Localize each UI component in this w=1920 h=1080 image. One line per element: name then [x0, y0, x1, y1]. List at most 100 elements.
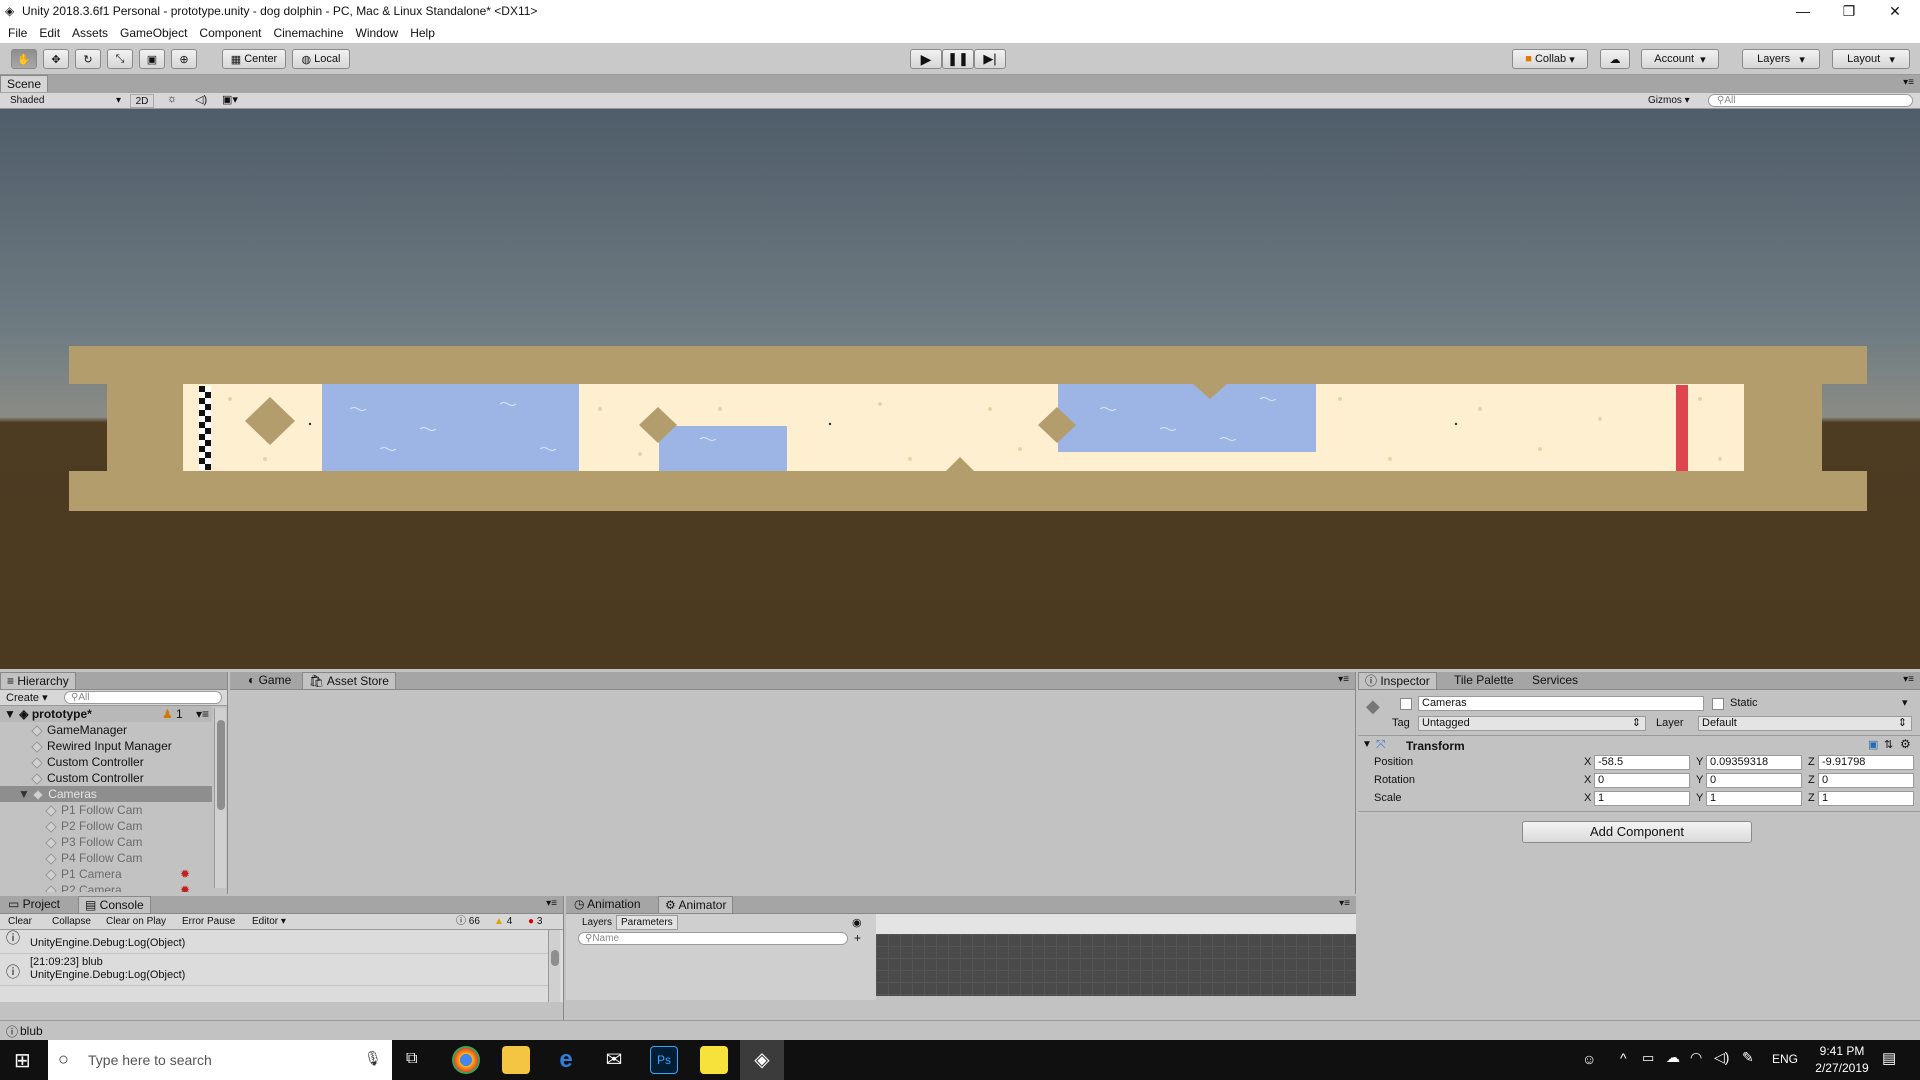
- language-indicator[interactable]: ENG: [1772, 1052, 1798, 1066]
- hierarchy-item[interactable]: Rewired Input Manager: [0, 738, 212, 754]
- mail-icon[interactable]: ✉: [600, 1046, 628, 1074]
- pane-menu-icon[interactable]: ▾≡: [1903, 674, 1914, 685]
- tab-inspector[interactable]: ⓘ Inspector: [1358, 672, 1437, 689]
- active-checkbox[interactable]: [1400, 698, 1412, 710]
- clear-button[interactable]: Clear: [8, 914, 32, 929]
- error-count-toggle[interactable]: ● 3: [528, 914, 542, 929]
- cloud-button[interactable]: ☁: [1600, 49, 1630, 69]
- lighting-icon[interactable]: ☼: [167, 93, 177, 105]
- hierarchy-item[interactable]: P1 Follow Cam: [0, 802, 212, 818]
- tab-tile-palette[interactable]: Tile Palette: [1448, 672, 1520, 689]
- add-parameter-icon[interactable]: +: [854, 931, 861, 945]
- step-button[interactable]: ▶|: [974, 49, 1006, 69]
- log-entry[interactable]: ⓘ UnityEngine.Debug:Log(Object): [0, 930, 548, 954]
- tab-animation[interactable]: ◷ Animation: [568, 896, 647, 913]
- parameter-search-input[interactable]: ⚲Name: [578, 932, 848, 945]
- hierarchy-item[interactable]: P2 Follow Cam: [0, 818, 212, 834]
- tab-scene[interactable]: Scene: [0, 75, 49, 92]
- scale-x-field[interactable]: 1: [1594, 791, 1690, 806]
- static-checkbox[interactable]: [1712, 698, 1724, 710]
- position-z-field[interactable]: -9.91798: [1818, 755, 1914, 770]
- wifi-icon[interactable]: ◠: [1690, 1049, 1702, 1066]
- hierarchy-item[interactable]: Custom Controller: [0, 754, 212, 770]
- rotate-tool-button[interactable]: ↻: [75, 49, 101, 69]
- log-entry[interactable]: ⓘ [21:09:23] blub UnityEngine.Debug:Log(…: [0, 954, 548, 986]
- clear-on-play-button[interactable]: Clear on Play: [106, 914, 166, 929]
- minimize-button[interactable]: —: [1780, 0, 1826, 23]
- layers-dropdown[interactable]: Layers ▾: [1742, 49, 1820, 69]
- menu-edit[interactable]: Edit: [39, 23, 60, 43]
- file-explorer-icon[interactable]: [502, 1046, 530, 1074]
- move-tool-button[interactable]: ✥: [43, 49, 69, 69]
- pane-menu-icon[interactable]: ▾≡: [1903, 77, 1914, 88]
- scale-z-field[interactable]: 1: [1818, 791, 1914, 806]
- hierarchy-search-input[interactable]: ⚲All: [64, 691, 222, 704]
- create-dropdown[interactable]: Create ▾: [6, 691, 48, 704]
- menu-file[interactable]: File: [8, 23, 27, 43]
- menu-cinemachine[interactable]: Cinemachine: [273, 23, 343, 43]
- parameters-tab[interactable]: Parameters: [616, 915, 678, 930]
- menu-window[interactable]: Window: [356, 23, 399, 43]
- tab-console[interactable]: ▤ Console: [78, 896, 151, 913]
- menu-assets[interactable]: Assets: [72, 23, 108, 43]
- sticky-notes-icon[interactable]: [700, 1046, 728, 1074]
- hierarchy-item[interactable]: P1 Camera ✹: [0, 866, 212, 882]
- layers-tab[interactable]: Layers: [582, 917, 612, 928]
- scene-menu-icon[interactable]: ▾≡: [196, 706, 209, 722]
- tab-animator[interactable]: ⚙ Animator: [658, 896, 734, 913]
- clock-time[interactable]: 9:41 PM: [1812, 1044, 1872, 1058]
- scale-tool-button[interactable]: ⤡: [107, 49, 133, 69]
- hierarchy-item[interactable]: GameManager: [0, 722, 212, 738]
- position-x-field[interactable]: -58.5: [1594, 755, 1690, 770]
- space-toggle[interactable]: ◍ Local: [292, 49, 350, 69]
- eye-icon[interactable]: ◉: [852, 916, 862, 929]
- volume-icon[interactable]: ◁): [1714, 1049, 1729, 1066]
- tab-project[interactable]: ▭ Project: [2, 896, 66, 913]
- menu-component[interactable]: Component: [199, 23, 261, 43]
- pane-menu-icon[interactable]: ▾≡: [1339, 898, 1350, 909]
- clock-date[interactable]: 2/27/2019: [1812, 1061, 1872, 1075]
- task-view-icon[interactable]: ⧉: [406, 1050, 417, 1068]
- scale-y-field[interactable]: 1: [1706, 791, 1802, 806]
- layer-dropdown[interactable]: Default ⇕: [1698, 716, 1912, 731]
- rotation-y-field[interactable]: 0: [1706, 773, 1802, 788]
- taskbar-search-box[interactable]: ○ Type here to search 🎙: [48, 1040, 392, 1080]
- editor-dropdown[interactable]: Editor ▾: [252, 914, 286, 929]
- collapse-button[interactable]: Collapse: [52, 914, 91, 929]
- menu-help[interactable]: Help: [410, 23, 435, 43]
- pause-button[interactable]: ❚❚: [942, 49, 974, 69]
- tab-game[interactable]: ◐ Game: [242, 672, 297, 689]
- menu-gameobject[interactable]: GameObject: [120, 23, 187, 43]
- scene-viewport[interactable]: [0, 109, 1920, 669]
- help-icon[interactable]: ▣: [1868, 738, 1878, 751]
- tab-services[interactable]: Services: [1526, 672, 1584, 689]
- shading-dropdown[interactable]: Shaded ▾: [4, 94, 124, 108]
- pane-menu-icon[interactable]: ▾≡: [546, 898, 557, 909]
- position-y-field[interactable]: 0.09359318: [1706, 755, 1802, 770]
- hierarchy-item[interactable]: P3 Follow Cam: [0, 834, 212, 850]
- scrollbar-thumb[interactable]: [551, 950, 559, 966]
- scene-root-row[interactable]: ▼ ◈ prototype* ♟ 1 ▾≡: [0, 706, 212, 722]
- warning-count-toggle[interactable]: ▲ 4: [494, 914, 512, 929]
- gear-icon[interactable]: ⚙: [1900, 737, 1911, 751]
- rect-tool-button[interactable]: ▣: [139, 49, 165, 69]
- hierarchy-item[interactable]: P4 Follow Cam: [0, 850, 212, 866]
- layout-dropdown[interactable]: Layout ▾: [1832, 49, 1910, 69]
- unity-taskbar-icon[interactable]: ◈: [740, 1040, 784, 1080]
- microphone-icon[interactable]: 🎙: [364, 1050, 382, 1067]
- 2d-toggle[interactable]: 2D: [130, 94, 154, 108]
- edge-icon[interactable]: e: [552, 1046, 580, 1074]
- info-count-toggle[interactable]: ⓘ 66: [456, 914, 480, 929]
- add-component-button[interactable]: Add Component: [1522, 821, 1752, 843]
- people-icon[interactable]: ☺: [1582, 1051, 1596, 1067]
- audio-icon[interactable]: ◁): [195, 93, 207, 106]
- account-dropdown[interactable]: Account ▾: [1641, 49, 1719, 69]
- tray-chevron-icon[interactable]: ^: [1620, 1050, 1627, 1066]
- console-scrollbar[interactable]: [548, 930, 560, 1002]
- scrollbar-thumb[interactable]: [217, 720, 225, 810]
- windows-start-icon[interactable]: ⊞: [14, 1048, 31, 1073]
- collab-button[interactable]: ■ Collab ▾: [1512, 49, 1588, 69]
- chrome-icon[interactable]: [452, 1046, 480, 1074]
- restore-button[interactable]: ❐: [1826, 0, 1872, 23]
- action-center-icon[interactable]: ▤: [1882, 1049, 1896, 1067]
